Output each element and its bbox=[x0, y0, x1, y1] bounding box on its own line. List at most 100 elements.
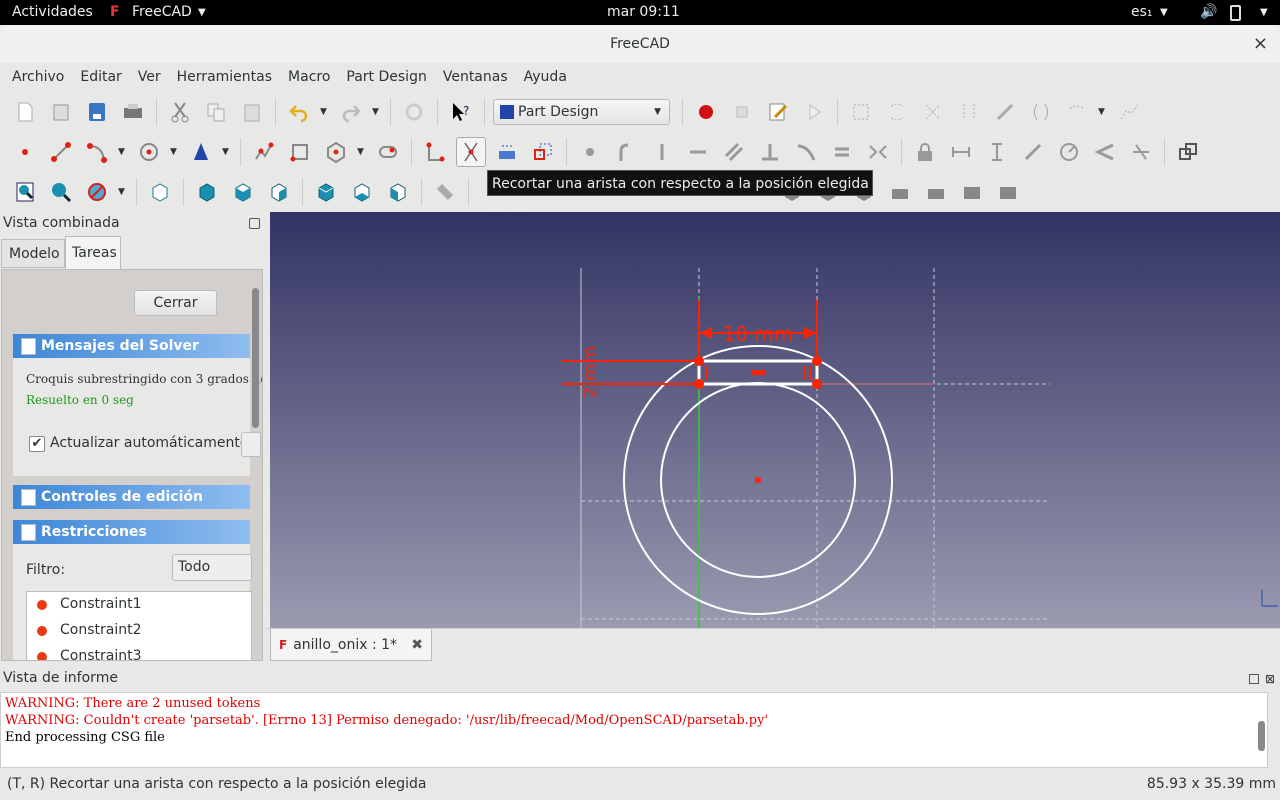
window-close-button[interactable]: × bbox=[1253, 25, 1268, 63]
constraint-item[interactable]: Constraint3 bbox=[60, 648, 142, 660]
sketch-point-icon[interactable] bbox=[10, 137, 40, 167]
conic-dropdown-icon[interactable]: ▼ bbox=[222, 147, 230, 157]
sketch-carbon-copy-icon[interactable] bbox=[528, 137, 558, 167]
macro-edit-icon[interactable] bbox=[763, 97, 793, 127]
constraint-item[interactable]: Constraint1 bbox=[60, 596, 142, 612]
sketch-line-icon[interactable] bbox=[46, 137, 76, 167]
view-top-icon[interactable] bbox=[228, 177, 258, 207]
macro-stop-icon[interactable] bbox=[727, 97, 757, 127]
toggle-driving-constraint-icon[interactable] bbox=[1173, 137, 1203, 167]
constraint-point-on-object-icon[interactable] bbox=[611, 137, 641, 167]
sketch-constrain-coincident-icon[interactable] bbox=[846, 97, 876, 127]
sketch-select-icon-4[interactable] bbox=[990, 97, 1020, 127]
undo-dropdown-icon[interactable]: ▼ bbox=[320, 107, 328, 117]
filter-select[interactable]: Todo bbox=[172, 554, 252, 581]
menu-herramientas[interactable]: Herramientas bbox=[169, 63, 280, 92]
paste-icon[interactable] bbox=[237, 97, 267, 127]
sketch-select-icon-6[interactable] bbox=[1062, 97, 1092, 127]
view-fit-all-icon[interactable] bbox=[10, 177, 40, 207]
sketch-circle-icon[interactable] bbox=[134, 137, 164, 167]
undock-icon[interactable] bbox=[249, 218, 260, 229]
constraint-item[interactable]: Constraint2 bbox=[60, 622, 142, 638]
part-design-feature-icon-6[interactable] bbox=[957, 177, 987, 207]
constraints-header[interactable]: Restricciones bbox=[13, 520, 250, 544]
horizontal-dimension-label[interactable]: 10 mm bbox=[723, 322, 794, 346]
redo-icon[interactable] bbox=[336, 97, 366, 127]
3d-viewport[interactable]: 10 mm 2 mm bbox=[270, 212, 1280, 628]
open-document-icon[interactable] bbox=[46, 97, 76, 127]
view-isometric-icon[interactable] bbox=[145, 177, 175, 207]
sketch-bspline-icon[interactable] bbox=[1114, 97, 1144, 127]
constraint-angle-icon[interactable] bbox=[1090, 137, 1120, 167]
view-front-icon[interactable] bbox=[192, 177, 222, 207]
constraint-horizontal-icon[interactable] bbox=[683, 137, 713, 167]
menu-ver[interactable]: Ver bbox=[130, 63, 169, 92]
sketch-rectangle-icon[interactable] bbox=[285, 137, 315, 167]
sketch-polyline-icon[interactable] bbox=[249, 137, 279, 167]
view-left-icon[interactable] bbox=[383, 177, 413, 207]
whats-this-icon[interactable]: ? bbox=[446, 97, 476, 127]
vertical-dimension-label[interactable]: 2 mm bbox=[580, 346, 601, 398]
view-fit-selection-icon[interactable] bbox=[46, 177, 76, 207]
constraint-coincident-icon[interactable] bbox=[575, 137, 605, 167]
report-close-icon[interactable]: ⊠ bbox=[1265, 672, 1275, 686]
polygon-dropdown-icon[interactable]: ▼ bbox=[357, 147, 365, 157]
constraint-radius-icon[interactable] bbox=[1054, 137, 1084, 167]
tab-tareas[interactable]: Tareas bbox=[65, 236, 121, 269]
system-menu-chevron-icon[interactable]: ▼ bbox=[1260, 7, 1268, 18]
sketch-select-icon-3[interactable] bbox=[954, 97, 984, 127]
menu-editar[interactable]: Editar bbox=[72, 63, 129, 92]
view-right-icon[interactable] bbox=[264, 177, 294, 207]
sketch-select-dropdown-icon[interactable]: ▼ bbox=[1098, 107, 1106, 117]
report-view[interactable]: WARNING: There are 2 unused tokens WARNI… bbox=[0, 692, 1268, 768]
constraint-parallel-icon[interactable] bbox=[719, 137, 749, 167]
sketch-conic-icon[interactable] bbox=[186, 137, 216, 167]
sketch-arc-icon[interactable] bbox=[82, 137, 112, 167]
volume-icon[interactable]: 🔊 bbox=[1200, 4, 1217, 20]
print-icon[interactable] bbox=[118, 97, 148, 127]
activities-button[interactable]: Actividades bbox=[12, 4, 93, 20]
solver-messages-header[interactable]: Mensajes del Solver bbox=[13, 334, 250, 358]
refresh-icon[interactable] bbox=[399, 97, 429, 127]
auto-update-checkbox[interactable]: ✔ bbox=[29, 436, 45, 452]
menu-part-design[interactable]: Part Design bbox=[338, 63, 434, 92]
sketch-polygon-icon[interactable] bbox=[321, 137, 351, 167]
cut-icon[interactable] bbox=[165, 97, 195, 127]
keyboard-layout[interactable]: es₁ bbox=[1131, 4, 1153, 20]
constraint-equal-icon[interactable] bbox=[827, 137, 857, 167]
constraint-vertical-distance-icon[interactable] bbox=[982, 137, 1012, 167]
part-design-feature-icon-5[interactable] bbox=[921, 177, 951, 207]
redo-dropdown-icon[interactable]: ▼ bbox=[372, 107, 380, 117]
view-rear-icon[interactable] bbox=[311, 177, 341, 207]
arc-dropdown-icon[interactable]: ▼ bbox=[118, 147, 126, 157]
tab-modelo[interactable]: Modelo bbox=[1, 239, 65, 268]
constraint-tangent-icon[interactable] bbox=[791, 137, 821, 167]
constraint-horizontal-distance-icon[interactable] bbox=[946, 137, 976, 167]
task-panel-scrollbar[interactable] bbox=[252, 288, 259, 428]
new-document-icon[interactable] bbox=[10, 97, 40, 127]
close-tab-icon[interactable]: ✖ bbox=[411, 637, 423, 653]
battery-icon[interactable] bbox=[1230, 5, 1241, 21]
part-design-feature-icon-4[interactable] bbox=[885, 177, 915, 207]
constraint-snell-icon[interactable] bbox=[1126, 137, 1156, 167]
part-design-feature-icon-7[interactable] bbox=[993, 177, 1023, 207]
constraint-perpendicular-icon[interactable] bbox=[755, 137, 785, 167]
menu-ayuda[interactable]: Ayuda bbox=[516, 63, 575, 92]
sketch-slot-icon[interactable] bbox=[373, 137, 403, 167]
clock[interactable]: mar 09:11 bbox=[607, 4, 680, 20]
save-icon[interactable] bbox=[82, 97, 112, 127]
menu-macro[interactable]: Macro bbox=[280, 63, 338, 92]
workbench-selector[interactable]: Part Design ▼ bbox=[493, 99, 670, 125]
copy-icon[interactable] bbox=[201, 97, 231, 127]
update-button[interactable] bbox=[241, 432, 261, 457]
edit-controls-header[interactable]: Controles de edición bbox=[13, 485, 250, 509]
menu-archivo[interactable]: Archivo bbox=[4, 63, 72, 92]
document-tab[interactable]: F anillo_onix : 1* ✖ bbox=[270, 629, 432, 661]
menu-ventanas[interactable]: Ventanas bbox=[435, 63, 516, 92]
constraint-vertical-icon[interactable] bbox=[647, 137, 677, 167]
sketch-external-geometry-icon[interactable] bbox=[492, 137, 522, 167]
macro-run-icon[interactable] bbox=[799, 97, 829, 127]
constraint-distance-icon[interactable] bbox=[1018, 137, 1048, 167]
measure-distance-icon[interactable] bbox=[430, 177, 460, 207]
sketch-select-icon-2[interactable] bbox=[918, 97, 948, 127]
